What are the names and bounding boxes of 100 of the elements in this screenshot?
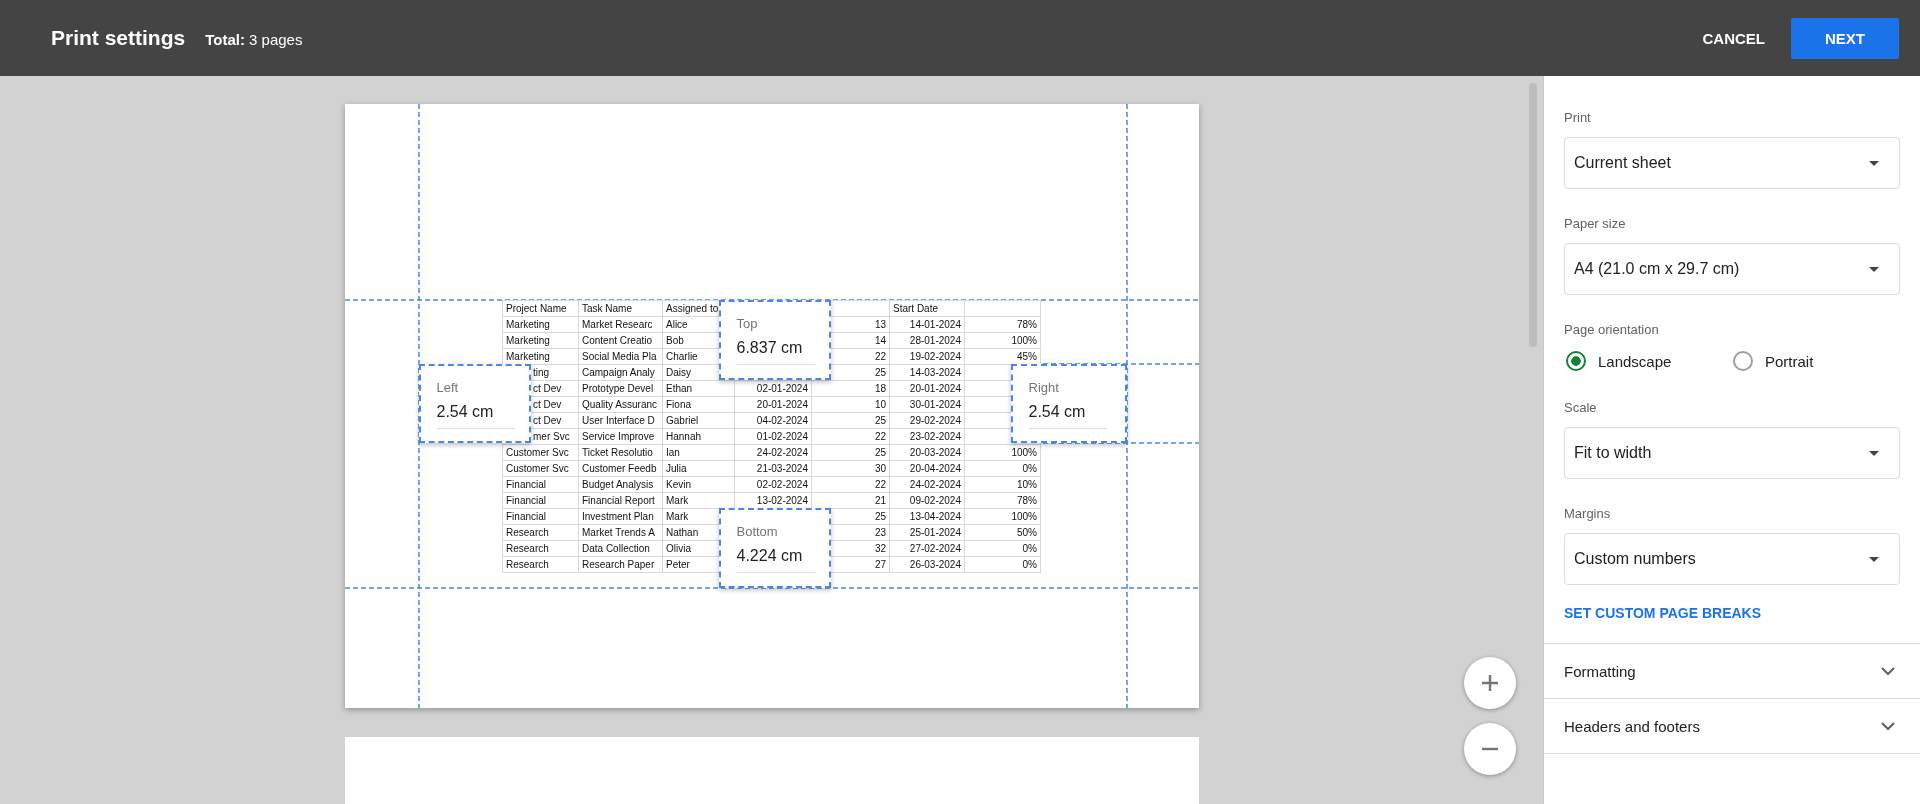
- page-breaks-link[interactable]: SET CUSTOM PAGE BREAKS: [1564, 605, 1762, 621]
- table-cell: 29-02-2024: [889, 412, 965, 429]
- dropdown[interactable]: Fit to width: [1564, 427, 1900, 479]
- margin-field[interactable]: 4.224 cm: [736, 546, 815, 573]
- radio-option[interactable]: Landscape: [1566, 351, 1733, 371]
- table-cell: 100%: [964, 332, 1041, 349]
- margin-field[interactable]: 2.54 cm: [1028, 402, 1107, 429]
- table-cell: 0%: [964, 460, 1041, 477]
- field-label: Print: [1564, 110, 1592, 126]
- chevron-down-icon: [1880, 721, 1896, 731]
- zoom-in-button[interactable]: [1464, 657, 1516, 709]
- radio-button[interactable]: [1566, 351, 1586, 371]
- collapsible-section[interactable]: Headers and footers: [1544, 698, 1920, 754]
- chevron-down-icon: [1880, 666, 1896, 676]
- next-button[interactable]: NEXT: [1791, 17, 1899, 59]
- column-header: Project Name: [502, 300, 579, 317]
- caret-icon: [1869, 556, 1879, 562]
- field-label: Margins: [1564, 506, 1612, 522]
- table-cell: Prototype Devel: [578, 380, 663, 397]
- table-cell: 78%: [964, 492, 1041, 509]
- radio-button[interactable]: [1733, 351, 1753, 371]
- table-cell: 100%: [964, 444, 1041, 461]
- table-cell: 26-03-2024: [889, 556, 965, 573]
- table-cell: Ticket Resolutio: [578, 444, 663, 461]
- caret-icon: [1869, 266, 1879, 272]
- margin-label: Top: [736, 316, 759, 332]
- table-cell: Market Researc: [578, 316, 663, 333]
- table-cell: Investment Plan: [578, 508, 663, 525]
- dropdown-value: Fit to width: [1574, 444, 1652, 462]
- table-cell: Hannah: [662, 428, 735, 445]
- table-cell: 0%: [964, 540, 1041, 557]
- table-cell: Customer Svc: [502, 460, 579, 477]
- table-cell: Quality Assuranc: [578, 396, 663, 413]
- field-label: Page orientation: [1564, 322, 1660, 338]
- table-cell: Marketing: [502, 332, 579, 349]
- dropdown[interactable]: Current sheet: [1564, 137, 1900, 189]
- table-cell: Fiona: [662, 396, 735, 413]
- table-cell: 0%: [964, 556, 1041, 573]
- table-cell: 10%: [964, 476, 1041, 493]
- table-cell: Research: [502, 556, 579, 573]
- page-count: Total: 3 pages: [205, 31, 303, 48]
- table-cell: 01-02-2024: [734, 428, 812, 445]
- margin-field[interactable]: 2.54 cm: [436, 402, 515, 429]
- table-cell: 09-02-2024: [889, 492, 965, 509]
- table-cell: Marketing: [502, 316, 579, 333]
- dropdown-value: Current sheet: [1574, 154, 1671, 172]
- table-cell: 30-01-2024: [889, 396, 965, 413]
- table-cell: Ian: [662, 444, 735, 461]
- dialog-title: Print settings: [51, 26, 186, 50]
- dropdown[interactable]: Custom numbers: [1564, 533, 1900, 585]
- table-cell: Financial: [502, 476, 579, 493]
- table-cell: Research: [502, 524, 579, 541]
- table-cell: 19-02-2024: [889, 348, 965, 365]
- radio-option[interactable]: Portrait: [1733, 351, 1900, 371]
- table-cell: 20-01-2024: [734, 396, 812, 413]
- table-cell: 27-02-2024: [889, 540, 965, 557]
- table-cell: 100%: [964, 508, 1041, 525]
- table-cell: Gabriel: [662, 412, 735, 429]
- table-cell: Financial: [502, 508, 579, 525]
- dropdown[interactable]: A4 (21.0 cm x 29.7 cm): [1564, 243, 1900, 295]
- table-cell: Service Improve: [578, 428, 663, 445]
- table-cell: Customer Svc: [502, 444, 579, 461]
- table-cell: 50%: [964, 524, 1041, 541]
- cancel-button[interactable]: CANCEL: [1696, 21, 1771, 55]
- column-header: Start Date: [889, 300, 965, 317]
- table-cell: 14-01-2024: [889, 316, 965, 333]
- plus-icon: [1480, 673, 1500, 693]
- table-cell: 20-01-2024: [889, 380, 965, 397]
- table-cell: 25-01-2024: [889, 524, 965, 541]
- table-cell: 20-04-2024: [889, 460, 965, 477]
- radio-label: Landscape: [1598, 352, 1672, 370]
- dropdown-value: A4 (21.0 cm x 29.7 cm): [1574, 260, 1740, 278]
- table-cell: 20-03-2024: [889, 444, 965, 461]
- table-cell: Customer Feedb: [578, 460, 663, 477]
- table-cell: Data Collection: [578, 540, 663, 557]
- field-label: Paper size: [1564, 216, 1627, 232]
- caret-icon: [1869, 160, 1879, 166]
- zoom-out-button[interactable]: [1464, 723, 1516, 775]
- table-cell: Campaign Analy: [578, 364, 663, 381]
- margin-field[interactable]: 6.837 cm: [736, 338, 815, 365]
- column-header: Task Name: [578, 300, 663, 317]
- table-cell: User Interface D: [578, 412, 663, 429]
- table-cell: Content Creatio: [578, 332, 663, 349]
- table-cell: 78%: [964, 316, 1041, 333]
- caret-icon: [1869, 450, 1879, 456]
- table-cell: 21-03-2024: [734, 460, 812, 477]
- table-cell: 24-02-2024: [734, 444, 812, 461]
- table-cell: 22: [811, 428, 890, 445]
- table-cell: Budget Analysis: [578, 476, 663, 493]
- dropdown-value: Custom numbers: [1574, 550, 1696, 568]
- table-cell: 10: [811, 396, 890, 413]
- collapsible-section[interactable]: Formatting: [1544, 643, 1920, 698]
- table-cell: Julia: [662, 460, 735, 477]
- table-cell: 22: [811, 476, 890, 493]
- table-cell: 25: [811, 444, 890, 461]
- table-cell: Market Trends A: [578, 524, 663, 541]
- table-cell: Research: [502, 540, 579, 557]
- table-cell: 23-02-2024: [889, 428, 965, 445]
- table-cell: 24-02-2024: [889, 476, 965, 493]
- table-cell: Kevin: [662, 476, 735, 493]
